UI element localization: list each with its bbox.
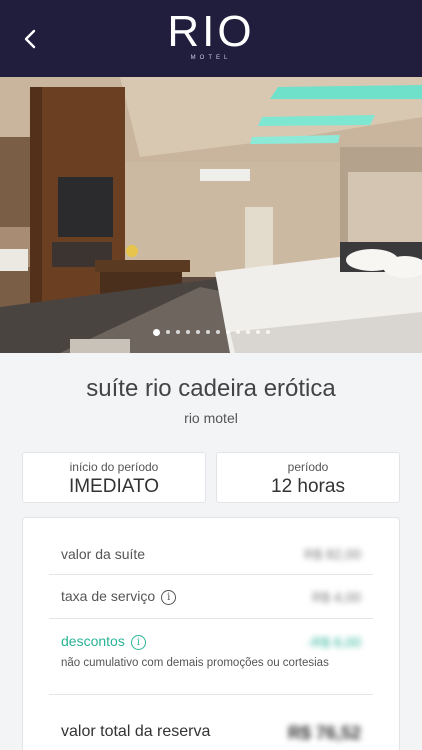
carousel-dot[interactable]: [225, 330, 230, 334]
suite-price-value: R$ 82,00: [304, 546, 361, 562]
period-duration-value: 12 horas: [271, 476, 345, 497]
carousel-dot[interactable]: [215, 330, 220, 334]
carousel-dot[interactable]: [195, 330, 200, 334]
carousel-dot[interactable]: [165, 330, 170, 334]
discount-note: não cumulativo com demais promoções ou c…: [61, 657, 329, 669]
logo-subtext: MOTEL: [190, 55, 232, 61]
info-icon[interactable]: i: [161, 590, 177, 605]
service-fee-value: R$ 4,00: [311, 589, 361, 605]
period-start-label: início do período: [69, 460, 159, 474]
period-start-value: IMEDIATO: [68, 476, 160, 497]
carousel-dot[interactable]: [255, 330, 260, 334]
period-start-box[interactable]: início do período IMEDIATO: [22, 452, 206, 503]
period-duration-box[interactable]: período 12 horas: [216, 452, 400, 503]
info-icon[interactable]: i: [130, 635, 146, 650]
carousel-dot[interactable]: [152, 328, 160, 336]
pricing-card: valor da suíte R$ 82,00 taxa de serviço i…: [22, 517, 400, 750]
carousel-dot[interactable]: [175, 330, 180, 334]
motel-logo: RIO MOTEL: [0, 7, 422, 62]
carousel-dot[interactable]: [205, 330, 210, 334]
carousel-dots[interactable]: [0, 327, 422, 337]
logo-text: RIO: [167, 7, 255, 56]
carousel-dot[interactable]: [245, 330, 250, 334]
service-fee-row: taxa de serviço i R$ 4,00: [49, 575, 373, 619]
total-value: R$ 76,52: [287, 723, 361, 743]
suite-photo: [0, 77, 422, 353]
period-duration-label: período: [287, 460, 329, 474]
carousel-dot[interactable]: [235, 330, 240, 334]
motel-name: rio motel: [184, 410, 238, 426]
suite-photo-carousel[interactable]: [0, 77, 422, 353]
discount-label: descontos: [61, 633, 125, 649]
suite-header: suíte rio cadeira erótica rio motel: [0, 375, 422, 426]
carousel-dot[interactable]: [265, 330, 270, 334]
suite-price-row: valor da suíte R$ 82,00: [49, 532, 373, 575]
discount-value: -R$ 6,00: [307, 634, 361, 650]
suite-price-label: valor da suíte: [61, 546, 146, 562]
service-fee-label: taxa de serviço: [61, 588, 156, 604]
header-bar: RIO MOTEL: [0, 0, 422, 77]
carousel-dot[interactable]: [185, 330, 190, 334]
total-label: valor total da reserva: [61, 723, 211, 740]
suite-title: suíte rio cadeira erótica: [86, 375, 336, 402]
